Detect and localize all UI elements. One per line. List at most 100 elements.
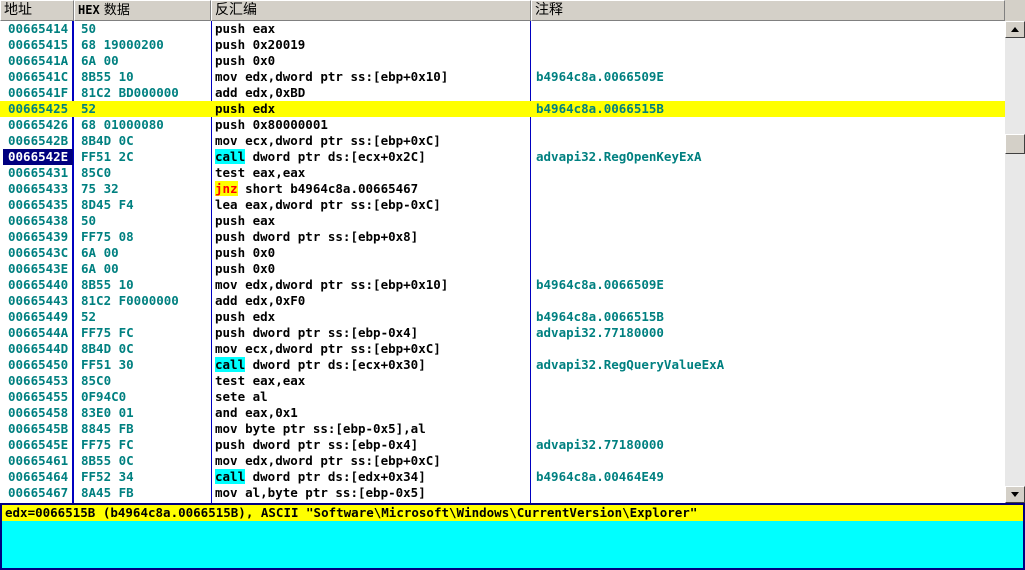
disassembly-cell[interactable]: call dword ptr ds:[edx+0x34] xyxy=(215,469,426,485)
vertical-scrollbar[interactable] xyxy=(1005,21,1025,503)
comment-cell[interactable]: advapi32.RegQueryValueExA xyxy=(536,357,724,373)
comment-cell[interactable]: b4964c8a.00464E49 xyxy=(536,469,664,485)
hex-cell[interactable]: 50 xyxy=(81,213,96,229)
table-row[interactable]: 00665431 85C0 test eax,eax xyxy=(0,165,1005,181)
address-cell[interactable]: 00665443 xyxy=(8,293,68,309)
hex-cell[interactable]: 83E0 01 xyxy=(81,405,134,421)
address-cell[interactable]: 00665467 xyxy=(8,485,68,501)
hex-cell[interactable]: 8B4D 0C xyxy=(81,341,134,357)
hex-cell[interactable]: 6A 00 xyxy=(81,245,119,261)
table-row[interactable]: 00665414 50 push eax xyxy=(0,21,1005,37)
address-cell[interactable]: 0066545E xyxy=(8,437,68,453)
table-row[interactable]: 00665443 81C2 F0000000 add edx,0xF0 xyxy=(0,293,1005,309)
hex-cell[interactable]: 0F94C0 xyxy=(81,389,126,405)
disassembly-cell[interactable]: push dword ptr ss:[ebp-0x4] xyxy=(215,437,418,453)
disassembly-cell[interactable]: mov edx,dword ptr ss:[ebp+0x10] xyxy=(215,277,448,293)
address-cell[interactable]: 0066545B xyxy=(8,421,68,437)
hex-cell[interactable]: 8B4D 0C xyxy=(81,133,134,149)
table-row[interactable]: 00665439 FF75 08 push dword ptr ss:[ebp+0x… xyxy=(0,229,1005,245)
address-cell[interactable]: 0066541F xyxy=(8,85,68,101)
table-row[interactable]: 0066543E 6A 00 push 0x0 xyxy=(0,261,1005,277)
hex-cell[interactable]: 52 xyxy=(81,309,96,325)
hex-cell[interactable]: 8A45 FB xyxy=(81,485,134,501)
disassembly-cell[interactable]: mov ecx,dword ptr ss:[ebp+0xC] xyxy=(215,133,441,149)
hex-cell[interactable]: 68 01000080 xyxy=(81,117,164,133)
table-row[interactable]: 00665453 85C0 test eax,eax xyxy=(0,373,1005,389)
disassembly-cell[interactable]: mov ecx,dword ptr ss:[ebp+0xC] xyxy=(215,341,441,357)
disassembly-cell[interactable]: push 0x0 xyxy=(215,261,275,277)
hex-cell[interactable]: 68 19000200 xyxy=(81,37,164,53)
table-row[interactable]: 0066542E FF51 2C call dword ptr ds:[ecx+0x… xyxy=(0,149,1005,165)
address-cell[interactable]: 0066542E xyxy=(3,149,74,165)
address-cell[interactable]: 0066543C xyxy=(8,245,68,261)
comment-cell[interactable]: b4964c8a.0066515B xyxy=(536,101,664,117)
table-row[interactable]: 0066541C 8B55 10 mov edx,dword ptr ss:[ebp… xyxy=(0,69,1005,85)
disassembly-cell[interactable]: push dword ptr ss:[ebp-0x4] xyxy=(215,325,418,341)
hex-cell[interactable]: FF75 FC xyxy=(81,325,134,341)
scroll-thumb[interactable] xyxy=(1005,134,1025,154)
comment-cell[interactable]: advapi32.77180000 xyxy=(536,437,664,453)
table-row[interactable]: 0066543C 6A 00 push 0x0 xyxy=(0,245,1005,261)
table-row[interactable]: 00665458 83E0 01 and eax,0x1 xyxy=(0,405,1005,421)
column-header-address[interactable]: 地址 xyxy=(0,0,74,21)
hex-cell[interactable]: 81C2 BD000000 xyxy=(81,85,179,101)
disassembly-cell[interactable]: call dword ptr ds:[ecx+0x30] xyxy=(215,357,426,373)
address-cell[interactable]: 00665414 xyxy=(8,21,68,37)
address-cell[interactable]: 0066543E xyxy=(8,261,68,277)
comment-cell[interactable]: advapi32.77180000 xyxy=(536,325,664,341)
hex-cell[interactable]: 85C0 xyxy=(81,373,111,389)
hex-cell[interactable]: 75 32 xyxy=(81,181,119,197)
address-cell[interactable]: 00665453 xyxy=(8,373,68,389)
disassembly-cell[interactable]: jnz short b4964c8a.00665467 xyxy=(215,181,418,197)
table-row[interactable]: 00665433 75 32 jnz short b4964c8a.00665467 xyxy=(0,181,1005,197)
disassembly-cell[interactable]: and eax,0x1 xyxy=(215,405,298,421)
hex-cell[interactable]: 6A 00 xyxy=(81,261,119,277)
table-row[interactable]: 0066545E FF75 FC push dword ptr ss:[ebp-0x… xyxy=(0,437,1005,453)
address-cell[interactable]: 00665438 xyxy=(8,213,68,229)
info-pane[interactable]: edx=0066515B (b4964c8a.0066515B), ASCII … xyxy=(0,505,1025,570)
disassembly-cell[interactable]: test eax,eax xyxy=(215,373,305,389)
address-cell[interactable]: 0066541A xyxy=(8,53,68,69)
hex-cell[interactable]: 50 xyxy=(81,21,96,37)
scroll-down-button[interactable] xyxy=(1005,486,1025,503)
disassembly-cell[interactable]: push eax xyxy=(215,213,275,229)
hex-cell[interactable]: 8D45 F4 xyxy=(81,197,134,213)
hex-cell[interactable]: 81C2 F0000000 xyxy=(81,293,179,309)
address-cell[interactable]: 0066544A xyxy=(8,325,68,341)
disassembly-cell[interactable]: push eax xyxy=(215,21,275,37)
address-cell[interactable]: 00665464 xyxy=(8,469,68,485)
disassembly-cell[interactable]: test eax,eax xyxy=(215,165,305,181)
disassembly-cell[interactable]: push dword ptr ss:[ebp+0x8] xyxy=(215,229,418,245)
address-cell[interactable]: 0066542B xyxy=(8,133,68,149)
disassembly-listing[interactable]: 00665414 50 push eax 00665415 68 19000200 pus… xyxy=(0,21,1005,503)
table-row[interactable]: 00665467 8A45 FB mov al,byte ptr ss:[ebp-0… xyxy=(0,485,1005,501)
hex-cell[interactable]: 8B55 10 xyxy=(81,277,134,293)
disassembly-cell[interactable]: mov edx,dword ptr ss:[ebp+0xC] xyxy=(215,453,441,469)
address-cell[interactable]: 00665449 xyxy=(8,309,68,325)
column-header-comment[interactable]: 注释 xyxy=(531,0,1005,21)
table-row[interactable]: 0066541A 6A 00 push 0x0 xyxy=(0,53,1005,69)
hex-cell[interactable]: 52 xyxy=(81,101,96,117)
hex-cell[interactable]: 8B55 0C xyxy=(81,453,134,469)
table-row[interactable]: 00665415 68 19000200 push 0x20019 xyxy=(0,37,1005,53)
scroll-up-button[interactable] xyxy=(1005,21,1025,38)
hex-cell[interactable]: FF75 08 xyxy=(81,229,134,245)
address-cell[interactable]: 00665425 xyxy=(8,101,68,117)
address-cell[interactable]: 0066544D xyxy=(8,341,68,357)
table-row[interactable]: 00665435 8D45 F4 lea eax,dword ptr ss:[ebp… xyxy=(0,197,1005,213)
address-cell[interactable]: 0066541C xyxy=(8,69,68,85)
disassembly-cell[interactable]: lea eax,dword ptr ss:[ebp-0xC] xyxy=(215,197,441,213)
table-row[interactable]: 00665455 0F94C0 sete al xyxy=(0,389,1005,405)
address-cell[interactable]: 00665426 xyxy=(8,117,68,133)
disassembly-cell[interactable]: push 0x20019 xyxy=(215,37,305,53)
disassembly-cell[interactable]: push edx xyxy=(215,101,275,117)
address-cell[interactable]: 00665433 xyxy=(8,181,68,197)
address-cell[interactable]: 00665450 xyxy=(8,357,68,373)
address-cell[interactable]: 00665455 xyxy=(8,389,68,405)
hex-cell[interactable]: 6A 00 xyxy=(81,53,119,69)
table-row[interactable]: 00665440 8B55 10 mov edx,dword ptr ss:[ebp… xyxy=(0,277,1005,293)
table-row[interactable]: 0066544D 8B4D 0C mov ecx,dword ptr ss:[ebp… xyxy=(0,341,1005,357)
comment-cell[interactable]: b4964c8a.0066509E xyxy=(536,69,664,85)
address-cell[interactable]: 00665440 xyxy=(8,277,68,293)
table-row[interactable]: 00665461 8B55 0C mov edx,dword ptr ss:[ebp… xyxy=(0,453,1005,469)
